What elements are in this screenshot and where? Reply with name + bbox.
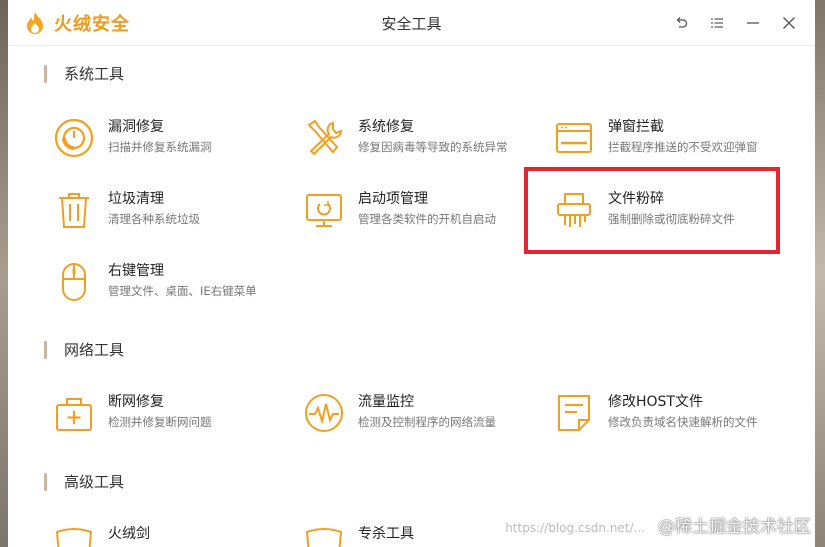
tool-desc: 管理文件、桌面、IE右键菜单 bbox=[108, 284, 257, 298]
tool-network-repair[interactable]: 断网修复 检测并修复断网问题 bbox=[52, 387, 292, 439]
close-button[interactable] bbox=[771, 10, 807, 36]
watermark-url: https://blog.csdn.net/... bbox=[505, 521, 645, 535]
back-icon bbox=[676, 17, 688, 28]
tool-desc: 修复因病毒等导致的系统异常 bbox=[358, 140, 508, 154]
desktop-background-left bbox=[0, 0, 8, 547]
tool-desc: 检测及控制程序的网络流量 bbox=[358, 415, 496, 429]
tool-name: 专杀工具 bbox=[358, 526, 414, 542]
tool-name: 右键管理 bbox=[108, 263, 164, 279]
window-controls bbox=[663, 10, 807, 36]
tool-name: 弹窗拦截 bbox=[608, 119, 664, 135]
tool-name: 系统修复 bbox=[358, 119, 414, 135]
mouse-right-click-icon bbox=[52, 260, 96, 304]
tool-desc: 清理各种系统垃圾 bbox=[108, 212, 200, 226]
title-bar: 火绒安全 安全工具 bbox=[8, 0, 815, 46]
tool-system-repair[interactable]: 系统修复 修复因病毒等导致的系统异常 bbox=[302, 112, 542, 164]
tool-name: 流量监控 bbox=[358, 394, 414, 410]
desktop-background-right bbox=[815, 0, 825, 547]
tool-vulnerability-repair[interactable]: 漏洞修复 扫描并修复系统漏洞 bbox=[52, 112, 292, 164]
watermark-text: @稀土掘金技术社区 bbox=[658, 517, 811, 537]
tool-name: 修改HOST文件 bbox=[608, 394, 703, 410]
tool-desc: 扫描并修复系统漏洞 bbox=[108, 140, 212, 154]
section-title-network-tools: 网络工具 bbox=[44, 341, 124, 359]
close-icon bbox=[783, 17, 795, 29]
back-button[interactable] bbox=[663, 10, 699, 36]
tool-traffic-monitor[interactable]: 流量监控 检测及控制程序的网络流量 bbox=[302, 387, 542, 439]
tool-desc: 检测并修复断网问题 bbox=[108, 415, 212, 429]
highlight-box bbox=[524, 167, 780, 254]
section-title-system-tools: 系统工具 bbox=[44, 65, 124, 83]
tool-name: 断网修复 bbox=[108, 394, 164, 410]
menu-button[interactable] bbox=[699, 10, 735, 36]
huorong-sword-icon bbox=[52, 523, 96, 547]
tool-name: 漏洞修复 bbox=[108, 119, 164, 135]
tool-huorong-sword[interactable]: 火绒剑 bbox=[52, 519, 292, 547]
vulnerability-repair-icon bbox=[52, 116, 96, 160]
tool-startup-manager[interactable]: 启动项管理 管理各类软件的开机自启动 bbox=[302, 184, 542, 236]
tool-name: 火绒剑 bbox=[108, 526, 150, 542]
popup-block-icon bbox=[552, 116, 596, 160]
app-window: 火绒安全 安全工具 系统工具 漏洞修复 扫描并修复系统漏洞 系统修复 修复因病毒… bbox=[8, 0, 815, 547]
tools-content: 系统工具 漏洞修复 扫描并修复系统漏洞 系统修复 修复因病毒等导致的系统异常 弹… bbox=[8, 47, 815, 547]
tool-mouse-right-click[interactable]: 右键管理 管理文件、桌面、IE右键菜单 bbox=[52, 256, 292, 308]
tool-name: 启动项管理 bbox=[358, 191, 428, 207]
minimize-icon bbox=[747, 22, 759, 24]
startup-manager-icon bbox=[302, 188, 346, 232]
trash-clean-icon bbox=[52, 188, 96, 232]
minimize-button[interactable] bbox=[735, 10, 771, 36]
menu-icon bbox=[711, 18, 723, 28]
tool-desc: 管理各类软件的开机自启动 bbox=[358, 212, 496, 226]
tool-host-file[interactable]: 修改HOST文件 修改负责域名快速解析的文件 bbox=[552, 387, 792, 439]
tool-desc: 拦截程序推送的不受欢迎弹窗 bbox=[608, 140, 758, 154]
system-repair-icon bbox=[302, 116, 346, 160]
network-repair-icon bbox=[52, 391, 96, 435]
tool-popup-block[interactable]: 弹窗拦截 拦截程序推送的不受欢迎弹窗 bbox=[552, 112, 792, 164]
traffic-monitor-icon bbox=[302, 391, 346, 435]
tool-trash-clean[interactable]: 垃圾清理 清理各种系统垃圾 bbox=[52, 184, 292, 236]
tool-desc: 修改负责域名快速解析的文件 bbox=[608, 415, 758, 429]
section-title-advanced-tools: 高级工具 bbox=[44, 473, 124, 491]
special-kill-icon bbox=[302, 523, 346, 547]
host-file-icon bbox=[552, 391, 596, 435]
tool-name: 垃圾清理 bbox=[108, 191, 164, 207]
